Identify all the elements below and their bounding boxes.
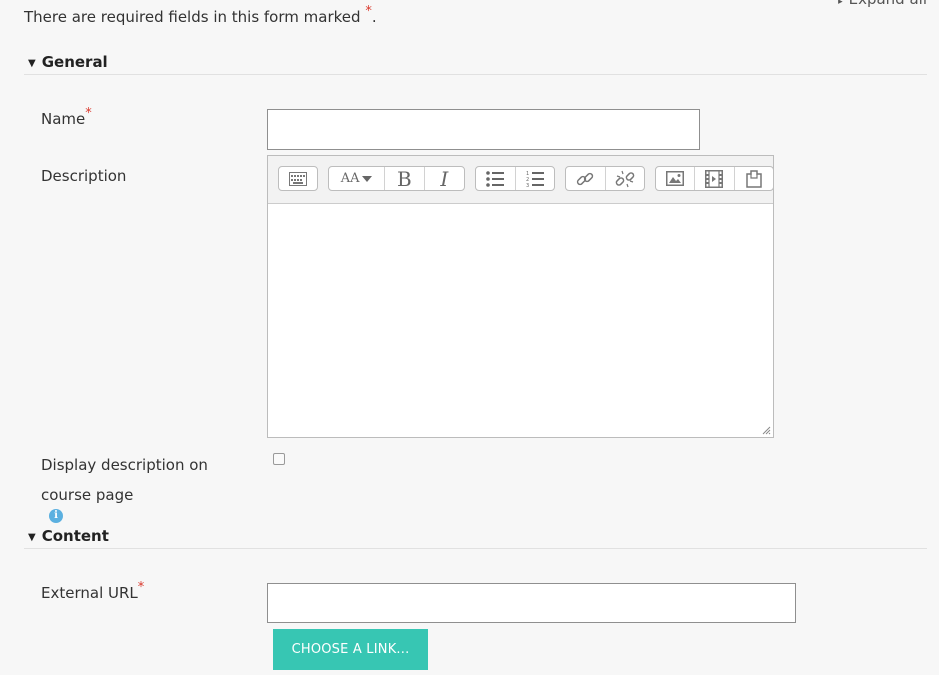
display-description-label-line2: course page (41, 486, 134, 504)
section-title-content: Content (41, 527, 109, 545)
toolbar-group-text: AA B I (328, 166, 465, 191)
expand-all-label: Expand all (849, 0, 927, 8)
unordered-list-icon[interactable] (476, 167, 516, 190)
font-style-icon[interactable]: AA (329, 167, 386, 190)
display-description-label: Display description on course page (41, 450, 208, 510)
info-icon[interactable]: i (49, 509, 63, 523)
display-description-checkbox[interactable] (273, 453, 285, 465)
section-header-general[interactable]: ▼ General (28, 53, 108, 71)
toolbar-group-links (565, 166, 645, 191)
image-icon[interactable] (656, 167, 696, 190)
expand-all-link[interactable]: ▸ Expand all (838, 0, 927, 8)
required-note-text: There are required fields in this form m… (24, 8, 361, 26)
section-divider (24, 548, 927, 549)
name-label-text: Name (41, 110, 86, 128)
toolbar-group-more (278, 166, 318, 191)
show-more-buttons-icon[interactable] (279, 167, 317, 190)
required-marker: * (137, 580, 145, 595)
external-url-label: External URL* (41, 580, 144, 602)
display-description-label-line1: Display description on (41, 456, 208, 474)
toolbar-group-files (655, 166, 774, 191)
ordered-list-icon[interactable]: 1 2 3 (516, 167, 555, 190)
svg-text:3: 3 (526, 183, 529, 188)
required-marker: * (365, 4, 372, 19)
resize-grip-icon[interactable] (762, 426, 771, 435)
name-label: Name* (41, 106, 92, 128)
external-url-label-text: External URL (41, 584, 138, 602)
section-title-general: General (41, 53, 108, 71)
link-icon[interactable] (566, 167, 606, 190)
section-divider (24, 74, 927, 75)
description-label: Description (41, 167, 127, 185)
bold-icon[interactable]: B (385, 166, 425, 191)
section-header-content[interactable]: ▼ Content (28, 527, 109, 545)
italic-glyph: I (440, 166, 449, 191)
unlink-icon[interactable] (606, 167, 645, 190)
name-field[interactable] (267, 109, 700, 150)
external-url-field[interactable] (267, 583, 796, 623)
collapse-caret-icon: ▼ (28, 532, 36, 543)
toolbar-group-lists: 1 2 3 (475, 166, 555, 191)
description-editor-area[interactable] (268, 203, 773, 437)
bold-glyph: B (397, 166, 412, 191)
media-icon[interactable] (695, 167, 735, 190)
collapse-caret-icon: ▼ (28, 58, 36, 69)
required-fields-note: There are required fields in this form m… (24, 4, 377, 26)
editor-toolbar: AA B I 1 2 3 (268, 156, 774, 204)
required-note-end: . (371, 8, 377, 26)
italic-icon[interactable]: I (425, 167, 464, 190)
expand-triangle-icon: ▸ (838, 0, 843, 7)
manage-files-icon[interactable] (735, 167, 773, 190)
choose-link-button[interactable]: CHOOSE A LINK... (273, 629, 428, 670)
font-glyph: AA (340, 171, 360, 186)
required-marker: * (85, 106, 92, 121)
description-editor: AA B I 1 2 3 (267, 155, 774, 438)
